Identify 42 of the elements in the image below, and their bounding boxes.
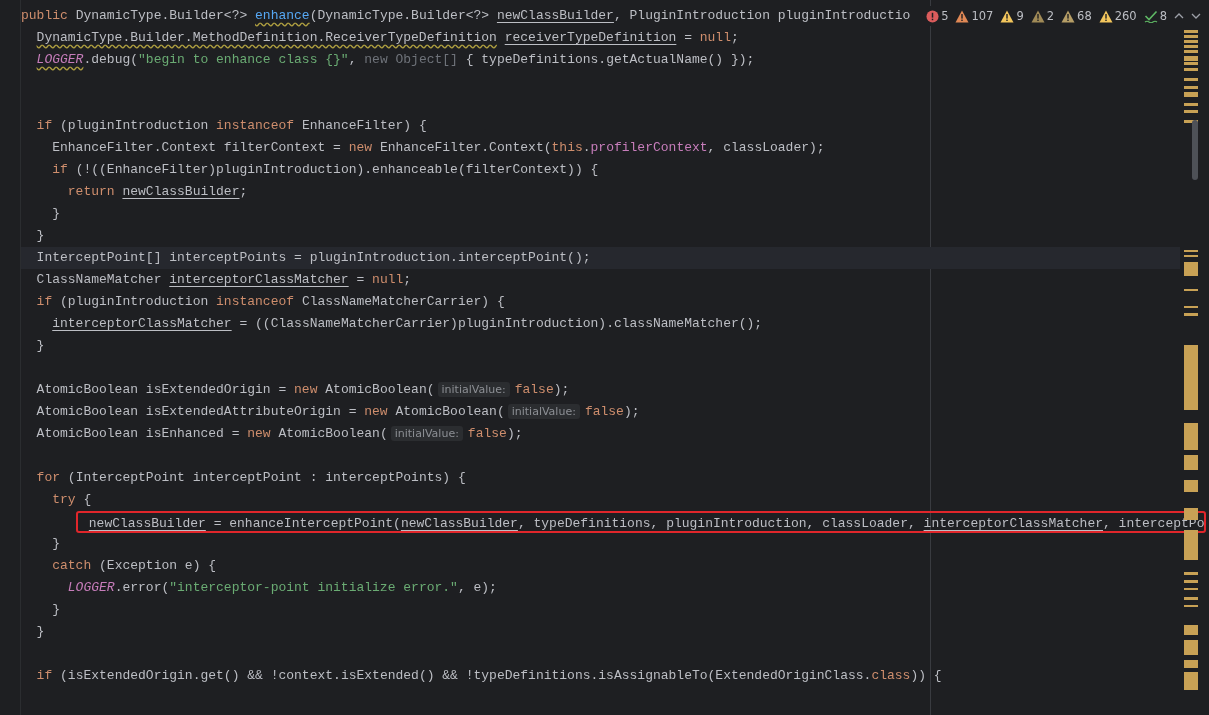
code-line: return newClassBuilder; [66, 183, 248, 201]
code-line: try { [51, 491, 92, 509]
code-line: catch (Exception e) { [51, 557, 217, 575]
code-line: AtomicBoolean isExtendedOrigin = new AtomicBoolean( initialValue: false); [35, 381, 570, 399]
code-line: interceptorClassMatcher = ((ClassNameMatcherCarrier)pluginIntroduction).classNameMatcher(); [51, 315, 763, 333]
next-button[interactable] [1191, 13, 1201, 19]
problem-counter[interactable]: 9 [1000, 9, 1024, 23]
warning-icon [1000, 9, 1015, 23]
code-line: LOGGER.error("interceptor-point initialize error.", e); [66, 579, 497, 597]
code-line: for (InterceptPoint interceptPoint : interceptPoints) { [35, 469, 466, 487]
code-line: AtomicBoolean isExtendedAttributeOrigin = new AtomicBoolean( initialValue: false); [35, 403, 640, 421]
error-icon [926, 9, 940, 23]
code-line: if (pluginIntroduction instanceof EnhanceFilter) { [35, 117, 427, 135]
chevron-down-icon [1191, 13, 1201, 19]
code-line: if (!((EnhanceFilter)pluginIntroduction).enhanceable(filterContext)) { [51, 161, 599, 179]
problem-counter[interactable]: 2 [1030, 9, 1055, 23]
code-line: } [35, 337, 45, 355]
code-line: DynamicType.Builder.MethodDefinition.ReceiverTypeDefinition receiverTypeDefinition = null; [35, 29, 739, 47]
warning-icon [1098, 9, 1113, 23]
code-line: } [35, 227, 45, 245]
check-icon [1143, 9, 1158, 23]
code-line: if (isExtendedOrigin.get() && !context.isExtended() && !typeDefinitions.isAssignableTo(ExtendedOriginClass.class)) { [35, 667, 942, 685]
previous-button[interactable] [1174, 13, 1184, 19]
code-line: if (pluginIntroduction instanceof ClassNameMatcherCarrier) { [35, 293, 505, 311]
code-line: } [51, 205, 61, 223]
problem-counter[interactable]: 68 [1061, 9, 1092, 23]
problem-counter[interactable]: 260 [1098, 9, 1137, 23]
problem-counter[interactable]: 107 [955, 9, 994, 23]
warning-icon [1061, 9, 1076, 23]
code-line: } [51, 601, 61, 619]
code-line: } [35, 623, 45, 641]
warning-icon [955, 9, 970, 23]
chevron-up-icon [1174, 13, 1184, 19]
problem-counter[interactable]: 5 [926, 9, 949, 23]
code-line: public DynamicType.Builder<?> enhance(DynamicType.Builder<?> newClassBuilder, PluginIntroduction pluginIntroductio [21, 7, 911, 25]
code-line: LOGGER.debug("begin to enhance class {}", new Object[] { typeDefinitions.getActualName() }); [35, 51, 755, 69]
code-line: } [51, 535, 61, 553]
warning-icon [1030, 9, 1045, 23]
code-line: EnhanceFilter.Context filterContext = new EnhanceFilter.Context(this.profilerContext, classLoader); [51, 139, 825, 157]
code-line: ClassNameMatcher interceptorClassMatcher = null; [35, 271, 412, 289]
code-line: AtomicBoolean isEnhanced = new AtomicBoolean( initialValue: false); [35, 425, 523, 443]
problem-counter[interactable]: 8 [1143, 9, 1167, 23]
